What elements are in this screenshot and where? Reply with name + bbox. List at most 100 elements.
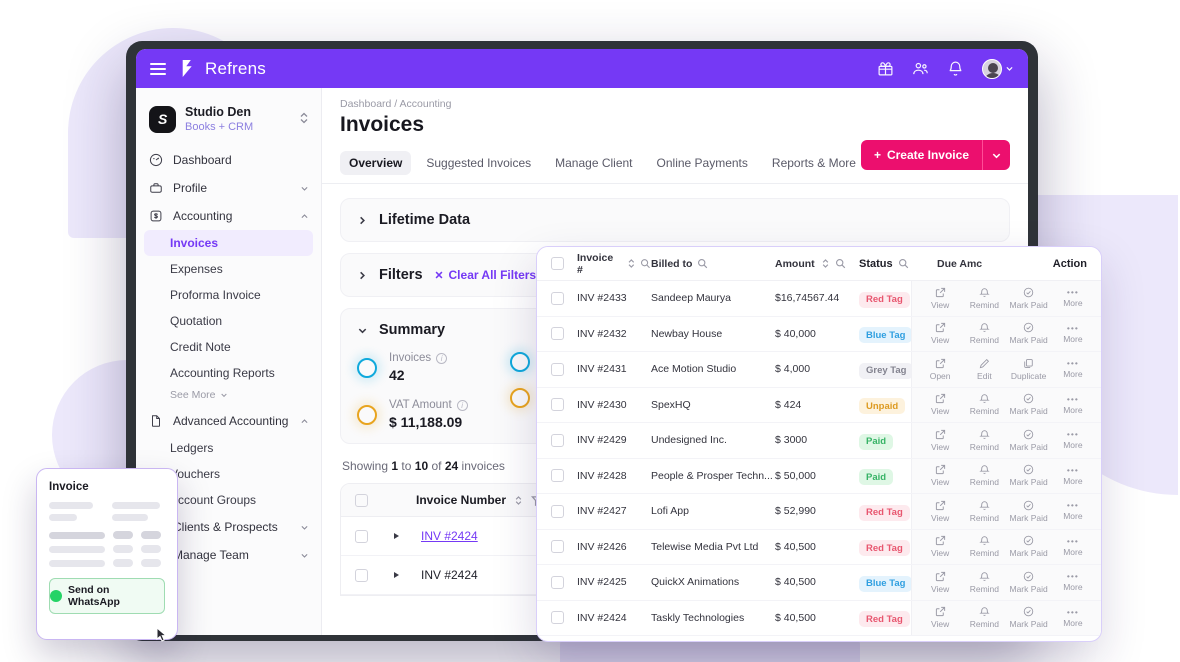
action-more[interactable]: ••• More — [1051, 572, 1095, 592]
chevron-right-icon[interactable] — [357, 215, 368, 226]
action-duplicate[interactable]: Duplicate — [1007, 358, 1051, 381]
table-row[interactable]: INV #2429Undesigned Inc.$ 3000Paid$ 0Vie… — [537, 423, 1101, 459]
info-icon[interactable]: i — [456, 399, 468, 411]
select-all-checkbox[interactable] — [551, 257, 564, 270]
action-view[interactable]: View — [918, 571, 962, 594]
search-icon[interactable] — [697, 258, 708, 269]
tab-reports-more[interactable]: Reports & More — [763, 151, 865, 175]
sidebar-item-advanced-accounting[interactable]: Advanced Accounting — [136, 407, 321, 435]
avatar-menu[interactable] — [982, 58, 1014, 79]
sidebar-item-accounting[interactable]: Accounting — [136, 202, 321, 230]
expand-row-icon[interactable] — [394, 572, 399, 578]
sidebar-item-accounting-reports[interactable]: Accounting Reports — [136, 360, 321, 386]
sort-icon[interactable] — [626, 258, 637, 269]
workspace-switcher[interactable]: S Studio Den Books + CRM — [136, 96, 321, 146]
table-row[interactable]: INV #2433 Sandeep Maurya $16,74567.44 Red T… — [537, 281, 1101, 317]
action-remind[interactable]: Remind — [962, 464, 1006, 487]
search-icon[interactable] — [835, 258, 846, 269]
tab-manage-client[interactable]: Manage Client — [546, 151, 641, 175]
action-mark-paid[interactable]: Mark Paid — [1007, 535, 1051, 558]
table-row[interactable]: INV #2428 People & Prosper Techn... $ 50,0… — [537, 458, 1101, 494]
action-remind[interactable]: Remind — [962, 287, 1006, 310]
action-more[interactable]: ••• More — [1051, 430, 1095, 450]
search-icon[interactable] — [898, 258, 909, 269]
sidebar-item-credit-note[interactable]: Credit Note — [136, 334, 321, 360]
action-remind[interactable]: Remind — [962, 500, 1006, 523]
clear-all-filters-button[interactable]: Clear All Filters — [434, 268, 536, 282]
create-invoice-button[interactable]: + Create Invoice — [860, 140, 982, 170]
action-open[interactable]: Open — [918, 358, 962, 381]
sidebar-item-quotation[interactable]: Quotation — [136, 308, 321, 334]
sort-icon[interactable] — [513, 495, 524, 506]
action-more[interactable]: ••• More — [1051, 359, 1095, 379]
action-view[interactable]: View — [918, 606, 962, 629]
action-mark-paid[interactable]: Mark Paid — [1007, 464, 1051, 487]
sidebar-item-profile[interactable]: Profile — [136, 174, 321, 202]
create-invoice-dropdown-button[interactable] — [982, 140, 1010, 170]
action-view[interactable]: View — [918, 464, 962, 487]
sort-icon[interactable] — [820, 258, 831, 269]
people-icon[interactable] — [912, 60, 929, 77]
action-view[interactable]: View — [918, 393, 962, 416]
table-row[interactable]: INV #2430SpexHQ$ 424Unpaid$ 424ViewRemin… — [537, 387, 1101, 423]
row-checkbox[interactable] — [551, 469, 564, 483]
gift-icon[interactable] — [877, 60, 894, 77]
action-more[interactable]: ••• More — [1051, 395, 1095, 415]
tab-online-payments[interactable]: Online Payments — [648, 151, 757, 175]
action-view[interactable]: View — [918, 287, 962, 310]
action-remind[interactable]: Remind — [962, 571, 1006, 594]
action-mark-paid[interactable]: Mark Paid — [1007, 500, 1051, 523]
action-view[interactable]: View — [918, 500, 962, 523]
action-more[interactable]: ••• More — [1051, 501, 1095, 521]
action-mark-paid[interactable]: Mark Paid — [1007, 322, 1051, 345]
info-icon[interactable]: i — [436, 352, 448, 364]
chevron-down-icon[interactable] — [357, 325, 368, 336]
action-view[interactable]: View — [918, 322, 962, 345]
row-checkbox[interactable] — [551, 575, 564, 589]
hamburger-icon[interactable] — [150, 62, 166, 75]
table-row[interactable]: INV #2425 QuickX Animations $ 40,500 Blue T… — [537, 565, 1101, 601]
action-more[interactable]: ••• More — [1051, 324, 1095, 344]
row-checkbox[interactable] — [551, 540, 564, 554]
brand-logo[interactable]: Refrens — [180, 59, 266, 79]
row-checkbox[interactable] — [551, 291, 564, 305]
sidebar-item-proforma-invoice[interactable]: Proforma Invoice — [136, 282, 321, 308]
tab-overview[interactable]: Overview — [340, 151, 412, 175]
lifetime-data-panel[interactable]: Lifetime Data — [340, 198, 1010, 242]
table-row[interactable]: INV #2426 Telewise Media Pvt Ltd $ 40,500 R… — [537, 529, 1101, 565]
sidebar-item-invoices[interactable]: Invoices — [144, 230, 313, 257]
action-more[interactable]: ••• More — [1051, 537, 1095, 557]
action-mark-paid[interactable]: Mark Paid — [1007, 429, 1051, 452]
action-remind[interactable]: Remind — [962, 429, 1006, 452]
row-checkbox[interactable] — [551, 362, 564, 376]
action-edit[interactable]: Edit — [962, 358, 1006, 381]
invoice-number-link[interactable]: INV #2424 — [421, 529, 478, 543]
chevron-right-icon[interactable] — [357, 270, 368, 281]
table-row[interactable]: INV #2431 Ace Motion Studio $ 4,000 Grey Ta… — [537, 352, 1101, 388]
action-mark-paid[interactable]: Mark Paid — [1007, 287, 1051, 310]
row-checkbox[interactable] — [551, 504, 564, 518]
action-remind[interactable]: Remind — [962, 322, 1006, 345]
action-remind[interactable]: Remind — [962, 606, 1006, 629]
action-more[interactable]: ••• More — [1051, 466, 1095, 486]
row-checkbox[interactable] — [355, 529, 368, 543]
row-checkbox[interactable] — [551, 611, 564, 625]
sidebar-item-expenses[interactable]: Expenses — [136, 256, 321, 282]
search-icon[interactable] — [640, 258, 651, 269]
row-checkbox[interactable] — [355, 568, 368, 582]
action-view[interactable]: View — [918, 535, 962, 558]
action-more[interactable]: ••• More — [1051, 608, 1095, 628]
action-remind[interactable]: Remind — [962, 535, 1006, 558]
row-checkbox[interactable] — [551, 433, 564, 447]
action-mark-paid[interactable]: Mark Paid — [1007, 571, 1051, 594]
action-remind[interactable]: Remind — [962, 393, 1006, 416]
tab-suggested-invoices[interactable]: Suggested Invoices — [417, 151, 540, 175]
sidebar-see-more[interactable]: See More — [136, 386, 321, 407]
action-mark-paid[interactable]: Mark Paid — [1007, 606, 1051, 629]
row-checkbox[interactable] — [551, 398, 564, 412]
table-row[interactable]: INV #2424 Taskly Technologies $ 40,500 Red … — [537, 600, 1101, 636]
sidebar-item-ledgers[interactable]: Ledgers — [136, 435, 321, 461]
expand-row-icon[interactable] — [394, 533, 399, 539]
sidebar-item-dashboard[interactable]: Dashboard — [136, 146, 321, 174]
action-view[interactable]: View — [918, 429, 962, 452]
